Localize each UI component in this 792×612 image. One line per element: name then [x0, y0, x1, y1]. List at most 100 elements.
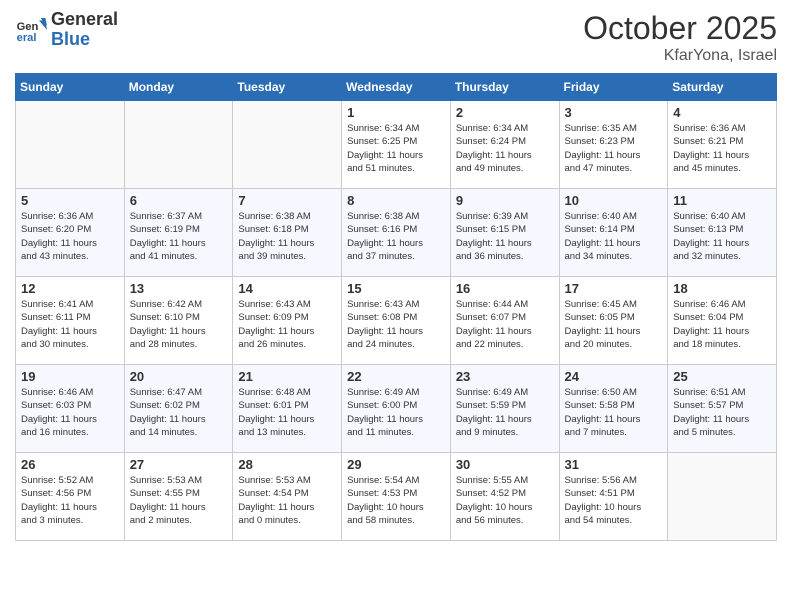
col-header-wednesday: Wednesday: [342, 74, 451, 101]
day-cell-16: 16 Sunrise: 6:44 AM Sunset: 6:07 PM Dayli…: [450, 277, 559, 365]
day-info: Sunrise: 6:39 AM Sunset: 6:15 PM Dayligh…: [456, 210, 554, 263]
day-number: 31: [565, 457, 663, 472]
day-number: 4: [673, 105, 771, 120]
title-block: October 2025 KfarYona, Israel: [583, 10, 777, 65]
day-cell-26: 26 Sunrise: 5:52 AM Sunset: 4:56 PM Dayli…: [16, 453, 125, 541]
day-number: 12: [21, 281, 119, 296]
day-number: 6: [130, 193, 228, 208]
svg-text:eral: eral: [17, 32, 37, 44]
col-header-saturday: Saturday: [668, 74, 777, 101]
day-cell-31: 31 Sunrise: 5:56 AM Sunset: 4:51 PM Dayli…: [559, 453, 668, 541]
day-cell-12: 12 Sunrise: 6:41 AM Sunset: 6:11 PM Dayli…: [16, 277, 125, 365]
day-info: Sunrise: 6:42 AM Sunset: 6:10 PM Dayligh…: [130, 298, 228, 351]
day-cell-19: 19Sunrise: 6:46 AM Sunset: 6:03 PM Dayli…: [16, 365, 125, 453]
logo-general-text: General: [51, 10, 118, 30]
day-info: Sunrise: 5:53 AM Sunset: 4:54 PM Dayligh…: [238, 474, 336, 527]
day-number: 20: [130, 369, 228, 384]
day-info: Sunrise: 6:36 AM Sunset: 6:20 PM Dayligh…: [21, 210, 119, 263]
day-info: Sunrise: 6:34 AM Sunset: 6:24 PM Dayligh…: [456, 122, 554, 175]
day-cell-22: 22Sunrise: 6:49 AM Sunset: 6:00 PM Dayli…: [342, 365, 451, 453]
col-header-thursday: Thursday: [450, 74, 559, 101]
day-info: Sunrise: 5:56 AM Sunset: 4:51 PM Dayligh…: [565, 474, 663, 527]
day-number: 18: [673, 281, 771, 296]
col-header-tuesday: Tuesday: [233, 74, 342, 101]
day-cell-18: 18 Sunrise: 6:46 AM Sunset: 6:04 PM Dayli…: [668, 277, 777, 365]
logo-icon: Gen eral: [15, 14, 47, 46]
day-cell-5: 5 Sunrise: 6:36 AM Sunset: 6:20 PM Daylig…: [16, 189, 125, 277]
day-number: 13: [130, 281, 228, 296]
day-number: 10: [565, 193, 663, 208]
day-info: Sunrise: 6:34 AM Sunset: 6:25 PM Dayligh…: [347, 122, 445, 175]
day-cell-14: 14 Sunrise: 6:43 AM Sunset: 6:09 PM Dayli…: [233, 277, 342, 365]
day-number: 9: [456, 193, 554, 208]
day-info: Sunrise: 6:45 AM Sunset: 6:05 PM Dayligh…: [565, 298, 663, 351]
calendar-header-row: SundayMondayTuesdayWednesdayThursdayFrid…: [16, 74, 777, 101]
day-cell-1: 1 Sunrise: 6:34 AM Sunset: 6:25 PM Daylig…: [342, 101, 451, 189]
day-number: 28: [238, 457, 336, 472]
day-cell-25: 25 Sunrise: 6:51 AM Sunset: 5:57 PM Dayli…: [668, 365, 777, 453]
day-info: Sunrise: 6:47 AM Sunset: 6:02 PM Dayligh…: [130, 386, 228, 439]
day-number: 29: [347, 457, 445, 472]
day-number: 21: [238, 369, 336, 384]
day-number: 1: [347, 105, 445, 120]
day-info: Sunrise: 6:41 AM Sunset: 6:11 PM Dayligh…: [21, 298, 119, 351]
day-number: 17: [565, 281, 663, 296]
week-row-4: 19Sunrise: 6:46 AM Sunset: 6:03 PM Dayli…: [16, 365, 777, 453]
empty-cell: [16, 101, 125, 189]
col-header-sunday: Sunday: [16, 74, 125, 101]
day-cell-21: 21Sunrise: 6:48 AM Sunset: 6:01 PM Dayli…: [233, 365, 342, 453]
day-info: Sunrise: 6:46 AM Sunset: 6:04 PM Dayligh…: [673, 298, 771, 351]
day-cell-4: 4Sunrise: 6:36 AM Sunset: 6:21 PM Daylig…: [668, 101, 777, 189]
day-cell-6: 6 Sunrise: 6:37 AM Sunset: 6:19 PM Daylig…: [124, 189, 233, 277]
day-cell-2: 2Sunrise: 6:34 AM Sunset: 6:24 PM Daylig…: [450, 101, 559, 189]
day-cell-15: 15Sunrise: 6:43 AM Sunset: 6:08 PM Dayli…: [342, 277, 451, 365]
logo: Gen eral General Blue: [15, 10, 118, 50]
day-info: Sunrise: 6:35 AM Sunset: 6:23 PM Dayligh…: [565, 122, 663, 175]
day-cell-27: 27Sunrise: 5:53 AM Sunset: 4:55 PM Dayli…: [124, 453, 233, 541]
day-cell-11: 11 Sunrise: 6:40 AM Sunset: 6:13 PM Dayli…: [668, 189, 777, 277]
day-number: 23: [456, 369, 554, 384]
day-number: 26: [21, 457, 119, 472]
day-number: 7: [238, 193, 336, 208]
day-info: Sunrise: 6:37 AM Sunset: 6:19 PM Dayligh…: [130, 210, 228, 263]
day-info: Sunrise: 6:43 AM Sunset: 6:08 PM Dayligh…: [347, 298, 445, 351]
week-row-3: 12 Sunrise: 6:41 AM Sunset: 6:11 PM Dayli…: [16, 277, 777, 365]
day-number: 5: [21, 193, 119, 208]
month-title: October 2025: [583, 10, 777, 47]
day-number: 19: [21, 369, 119, 384]
empty-cell: [668, 453, 777, 541]
day-number: 8: [347, 193, 445, 208]
day-info: Sunrise: 6:44 AM Sunset: 6:07 PM Dayligh…: [456, 298, 554, 351]
day-cell-24: 24Sunrise: 6:50 AM Sunset: 5:58 PM Dayli…: [559, 365, 668, 453]
day-number: 25: [673, 369, 771, 384]
day-cell-9: 9 Sunrise: 6:39 AM Sunset: 6:15 PM Daylig…: [450, 189, 559, 277]
day-info: Sunrise: 6:51 AM Sunset: 5:57 PM Dayligh…: [673, 386, 771, 439]
day-cell-23: 23Sunrise: 6:49 AM Sunset: 5:59 PM Dayli…: [450, 365, 559, 453]
week-row-1: 1 Sunrise: 6:34 AM Sunset: 6:25 PM Daylig…: [16, 101, 777, 189]
logo-blue-text: Blue: [51, 30, 118, 50]
empty-cell: [124, 101, 233, 189]
col-header-monday: Monday: [124, 74, 233, 101]
day-number: 16: [456, 281, 554, 296]
svg-text:Gen: Gen: [17, 21, 39, 33]
page-header: Gen eral General Blue October 2025 KfarY…: [15, 10, 777, 65]
location: KfarYona, Israel: [583, 47, 777, 65]
day-cell-8: 8 Sunrise: 6:38 AM Sunset: 6:16 PM Daylig…: [342, 189, 451, 277]
day-info: Sunrise: 6:40 AM Sunset: 6:13 PM Dayligh…: [673, 210, 771, 263]
day-info: Sunrise: 6:43 AM Sunset: 6:09 PM Dayligh…: [238, 298, 336, 351]
day-number: 11: [673, 193, 771, 208]
day-number: 27: [130, 457, 228, 472]
day-cell-29: 29Sunrise: 5:54 AM Sunset: 4:53 PM Dayli…: [342, 453, 451, 541]
week-row-5: 26 Sunrise: 5:52 AM Sunset: 4:56 PM Dayli…: [16, 453, 777, 541]
day-number: 14: [238, 281, 336, 296]
empty-cell: [233, 101, 342, 189]
day-info: Sunrise: 6:38 AM Sunset: 6:18 PM Dayligh…: [238, 210, 336, 263]
logo-text: General Blue: [51, 10, 118, 50]
day-info: Sunrise: 6:49 AM Sunset: 6:00 PM Dayligh…: [347, 386, 445, 439]
day-info: Sunrise: 5:52 AM Sunset: 4:56 PM Dayligh…: [21, 474, 119, 527]
day-info: Sunrise: 6:38 AM Sunset: 6:16 PM Dayligh…: [347, 210, 445, 263]
day-cell-30: 30Sunrise: 5:55 AM Sunset: 4:52 PM Dayli…: [450, 453, 559, 541]
day-number: 3: [565, 105, 663, 120]
day-cell-10: 10Sunrise: 6:40 AM Sunset: 6:14 PM Dayli…: [559, 189, 668, 277]
day-number: 30: [456, 457, 554, 472]
